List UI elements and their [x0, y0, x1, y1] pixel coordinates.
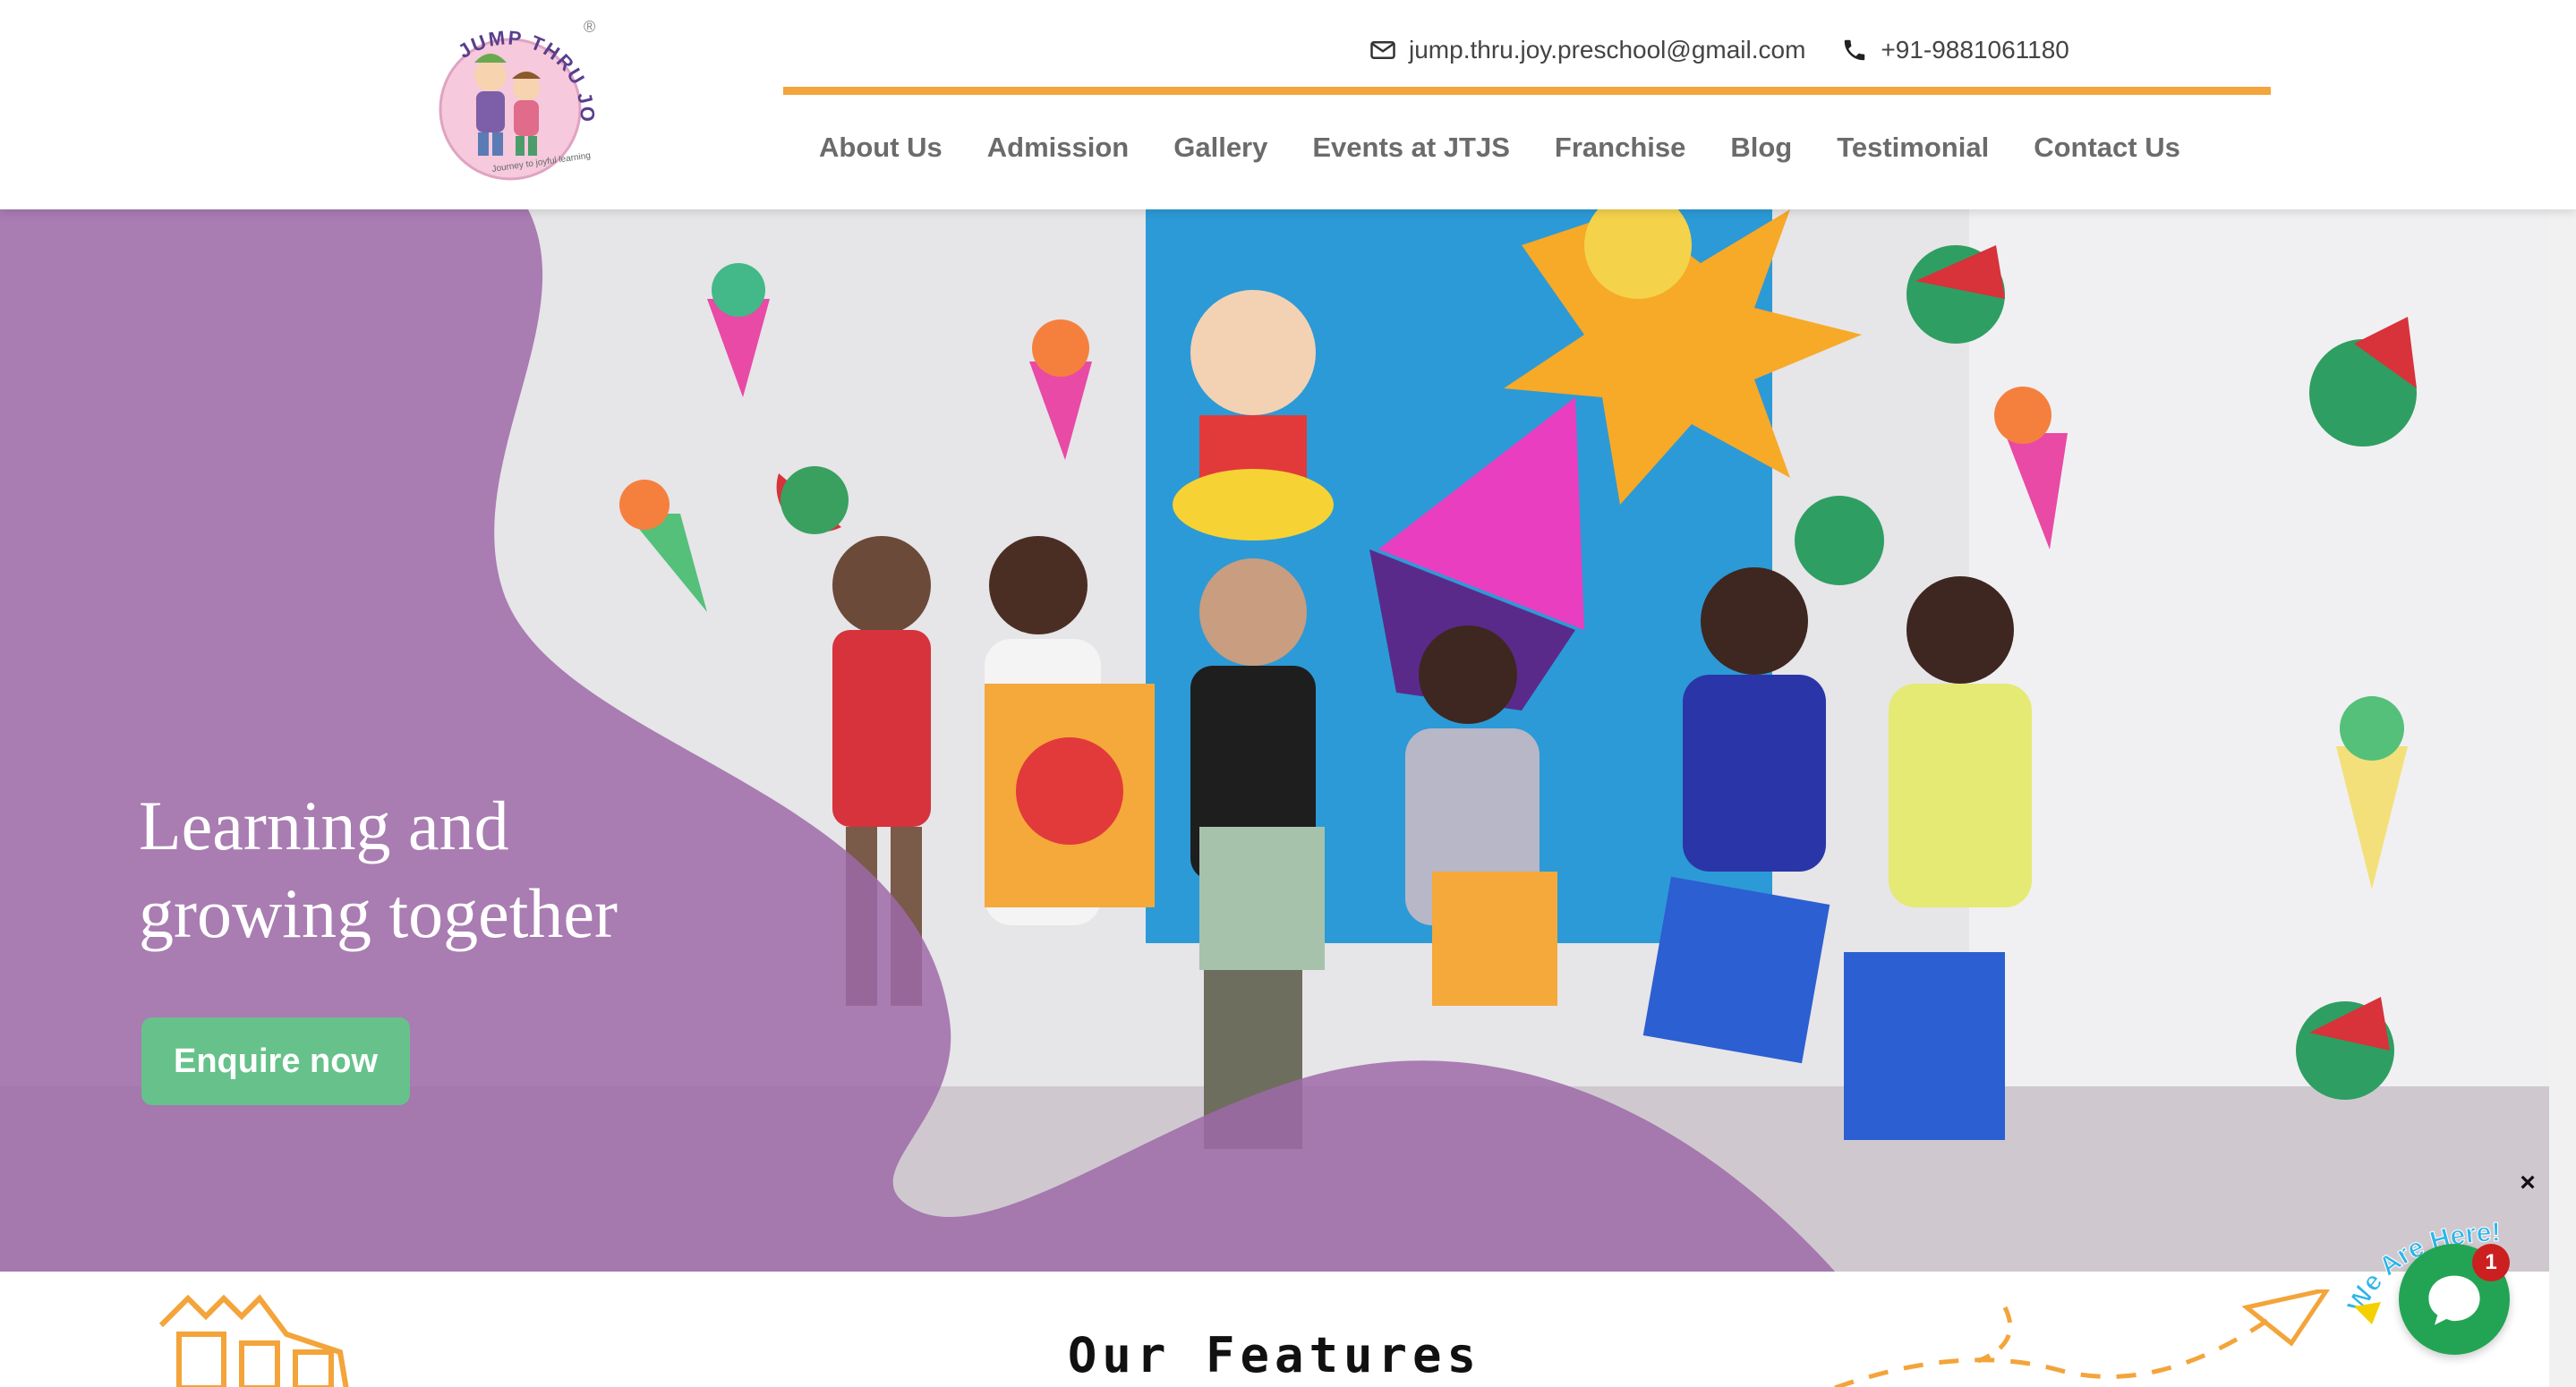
- chat-bubble-icon: [2428, 1275, 2480, 1325]
- email-text: jump.thru.joy.preschool@gmail.com: [1409, 36, 1806, 64]
- logo-text: JUMP THRU JOY: [421, 13, 597, 123]
- svg-text:JUMP THRU JOY: JUMP THRU JOY: [421, 13, 599, 123]
- hero-image: [0, 209, 2549, 1272]
- paper-plane-icon: [1834, 1289, 2331, 1387]
- chat-notification-badge: 1: [2472, 1244, 2510, 1281]
- header-divider: [783, 87, 2271, 95]
- envelope-icon: [1370, 41, 1395, 59]
- nav-about-us[interactable]: About Us: [819, 123, 943, 172]
- nav-contact-us[interactable]: Contact Us: [2034, 123, 2180, 172]
- site-header: Journey to joyful learning JUMP THRU JOY…: [0, 0, 2576, 209]
- nav-franchise[interactable]: Franchise: [1555, 123, 1685, 172]
- nav-testimonial[interactable]: Testimonial: [1837, 123, 1989, 172]
- hero-title: Learning and growing together: [139, 782, 765, 957]
- phone-icon: [1845, 39, 1865, 61]
- email-link[interactable]: jump.thru.joy.preschool@gmail.com: [1369, 36, 1805, 64]
- nav-gallery[interactable]: Gallery: [1173, 123, 1267, 172]
- main-nav: About Us Admission Gallery Events at JTJ…: [819, 123, 2180, 172]
- contact-bar: jump.thru.joy.preschool@gmail.com +91-98…: [1369, 32, 2069, 68]
- enquire-now-button[interactable]: Enquire now: [141, 1017, 410, 1105]
- hero-title-line2: growing together: [139, 874, 618, 952]
- nav-blog[interactable]: Blog: [1730, 123, 1792, 172]
- hero-banner: Learning and growing together Enquire no…: [0, 209, 2549, 1272]
- nav-events[interactable]: Events at JTJS: [1312, 123, 1510, 172]
- nav-admission[interactable]: Admission: [987, 123, 1129, 172]
- registered-mark: ®: [584, 18, 595, 36]
- hero-title-line1: Learning and: [139, 787, 509, 864]
- features-section: Our Features: [0, 1272, 2549, 1387]
- phone-text: +91-9881061180: [1881, 36, 2069, 64]
- phone-link[interactable]: +91-9881061180: [1841, 36, 2069, 64]
- logo[interactable]: Journey to joyful learning JUMP THRU JOY…: [421, 13, 609, 188]
